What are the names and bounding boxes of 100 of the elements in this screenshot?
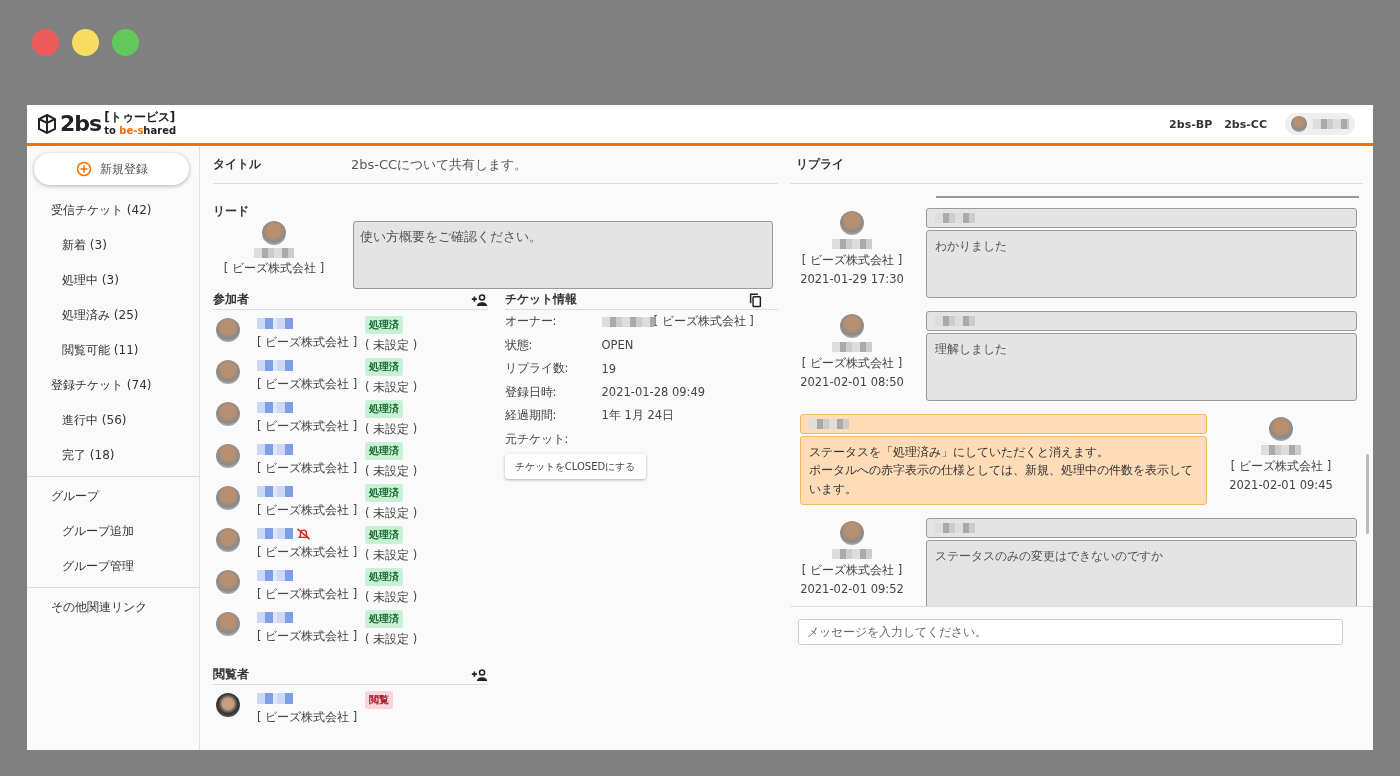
field-value: [ ビーズ株式会社 ]	[653, 314, 754, 330]
role-label: ( 未設定 )	[365, 422, 418, 437]
company-name: [ ビーズ株式会社 ]	[257, 710, 359, 725]
role-label: ( 未設定 )	[365, 338, 418, 353]
header-link[interactable]: 2bs-BP	[1169, 117, 1213, 131]
sidebar-item[interactable]: 完了 (18)	[27, 438, 199, 473]
avatar	[840, 521, 864, 546]
avatar	[1269, 417, 1293, 441]
status-label: 処理済	[365, 316, 403, 334]
user-menu-button[interactable]	[1285, 113, 1355, 135]
avatar	[840, 314, 864, 338]
maximize-window-button[interactable]	[112, 29, 139, 56]
header-link[interactable]: 2bs-CC	[1224, 117, 1267, 131]
company-name: [ ビーズ株式会社 ]	[801, 253, 903, 268]
add-person-icon[interactable]	[470, 292, 488, 307]
status-label: 処理済	[365, 526, 403, 544]
avatar	[216, 612, 240, 636]
company-name: [ ビーズ株式会社 ]	[257, 629, 359, 644]
field-label: 元チケット:	[504, 431, 570, 447]
status-label: 処理済	[365, 610, 403, 628]
avatar	[216, 486, 240, 510]
company-name: [ ビーズ株式会社 ]	[801, 563, 903, 579]
reply-timestamp: 2021-02-01 09:45	[1229, 478, 1333, 492]
role-label: ( 未設定 )	[365, 590, 418, 605]
blurred-name[interactable]	[257, 693, 293, 704]
ticket-title: 2bs-CCについて共有します。	[351, 155, 528, 174]
blurred-name[interactable]	[257, 402, 293, 413]
lead-message: 使い方概要をご確認ください。	[353, 221, 773, 289]
sidebar-item[interactable]: 処理中 (3)	[27, 263, 199, 298]
sidebar-item[interactable]: 閲覧可能 (11)	[27, 333, 199, 368]
close-window-button[interactable]	[32, 29, 59, 56]
participants-heading: 参加者	[213, 291, 249, 308]
sidebar-item[interactable]: 登録チケット (74)	[27, 368, 199, 403]
company-name: [ ビーズ株式会社 ]	[801, 356, 903, 371]
field-label: オーナー:	[504, 314, 558, 330]
company-name: [ ビーズ株式会社 ]	[223, 261, 325, 276]
field-value: 19	[601, 361, 617, 376]
company-name: [ ビーズ株式会社 ]	[1230, 459, 1332, 474]
avatar	[216, 360, 240, 384]
reply-message: ポータルへの赤字表示の仕様としては、新規、処理中の件数を表示しています。	[809, 462, 1194, 498]
reply-timestamp: 2021-01-29 17:30	[800, 272, 904, 286]
minimize-window-button[interactable]	[72, 29, 99, 56]
avatar	[216, 570, 240, 594]
copy-icon[interactable]	[749, 291, 762, 308]
blurred-name[interactable]	[257, 528, 293, 539]
sidebar-item[interactable]: グループ追加	[27, 514, 199, 549]
lead-label: リード	[213, 204, 249, 218]
add-person-icon[interactable]	[470, 667, 488, 682]
company-name: [ ビーズ株式会社 ]	[257, 377, 359, 392]
blurred-name[interactable]	[257, 570, 293, 581]
avatar	[216, 444, 240, 468]
blurred-name	[832, 239, 872, 249]
avatar	[216, 693, 240, 717]
sidebar-item[interactable]: その他関連リンク	[27, 590, 199, 625]
blurred-name[interactable]	[257, 360, 293, 371]
sidebar-item[interactable]: 新着 (3)	[27, 228, 199, 263]
avatar	[840, 211, 864, 235]
title-label: タイトル	[213, 156, 261, 173]
sidebar-item[interactable]: 進行中 (56)	[27, 403, 199, 438]
muted-bell-icon	[296, 527, 311, 540]
avatar	[216, 402, 240, 426]
field-label: 登録日時:	[504, 384, 558, 400]
sidebar-item[interactable]: グループ管理	[27, 549, 199, 584]
blurred-name	[832, 342, 872, 352]
ticket-info-heading: チケット情報	[504, 291, 577, 308]
field-value: 1年 1月 24日	[601, 408, 675, 424]
status-label: 処理済	[365, 484, 403, 502]
blurred-name[interactable]	[257, 612, 293, 623]
blurred-name	[601, 316, 654, 327]
status-label: 処理済	[365, 358, 403, 376]
sidebar-item[interactable]: グループ	[27, 479, 199, 514]
role-label: ( 未設定 )	[365, 464, 418, 479]
close-ticket-button[interactable]: チケットをCLOSEDにする	[504, 454, 646, 479]
company-name: [ ビーズ株式会社 ]	[257, 545, 359, 560]
role-label: ( 未設定 )	[365, 380, 418, 395]
sidebar-item[interactable]: 処理済み (25)	[27, 298, 199, 333]
blurred-name	[1261, 445, 1301, 455]
field-label: リプライ数:	[504, 361, 570, 377]
blurred-name[interactable]	[257, 486, 293, 497]
status-label: 閲覧	[365, 691, 393, 709]
field-value: OPEN	[601, 338, 634, 353]
company-name: [ ビーズ株式会社 ]	[257, 503, 359, 518]
company-name: [ ビーズ株式会社 ]	[257, 461, 359, 476]
reply-timestamp: 2021-02-01 08:50	[800, 375, 904, 389]
sidebar-item[interactable]: 受信チケット (42)	[27, 193, 199, 228]
avatar	[262, 221, 286, 245]
reply-message: ステータスを「処理済み」にしていただくと消えます。	[809, 444, 1110, 461]
logo-tagline: to be-shared	[104, 125, 177, 137]
status-label: 処理済	[365, 400, 403, 418]
blurred-name[interactable]	[257, 444, 293, 455]
field-label: 状態:	[504, 337, 534, 353]
avatar	[216, 528, 240, 552]
message-input[interactable]: メッセージを入力してください。	[798, 619, 1343, 645]
new-registration-button[interactable]: 新規登録	[34, 153, 189, 185]
company-name: [ ビーズ株式会社 ]	[257, 587, 359, 602]
blurred-name[interactable]	[257, 318, 293, 329]
status-label: 処理済	[365, 568, 403, 586]
reply-timestamp: 2021-02-01 09:52	[800, 582, 904, 597]
add-circle-icon	[75, 161, 92, 177]
company-name: [ ビーズ株式会社 ]	[257, 335, 359, 350]
